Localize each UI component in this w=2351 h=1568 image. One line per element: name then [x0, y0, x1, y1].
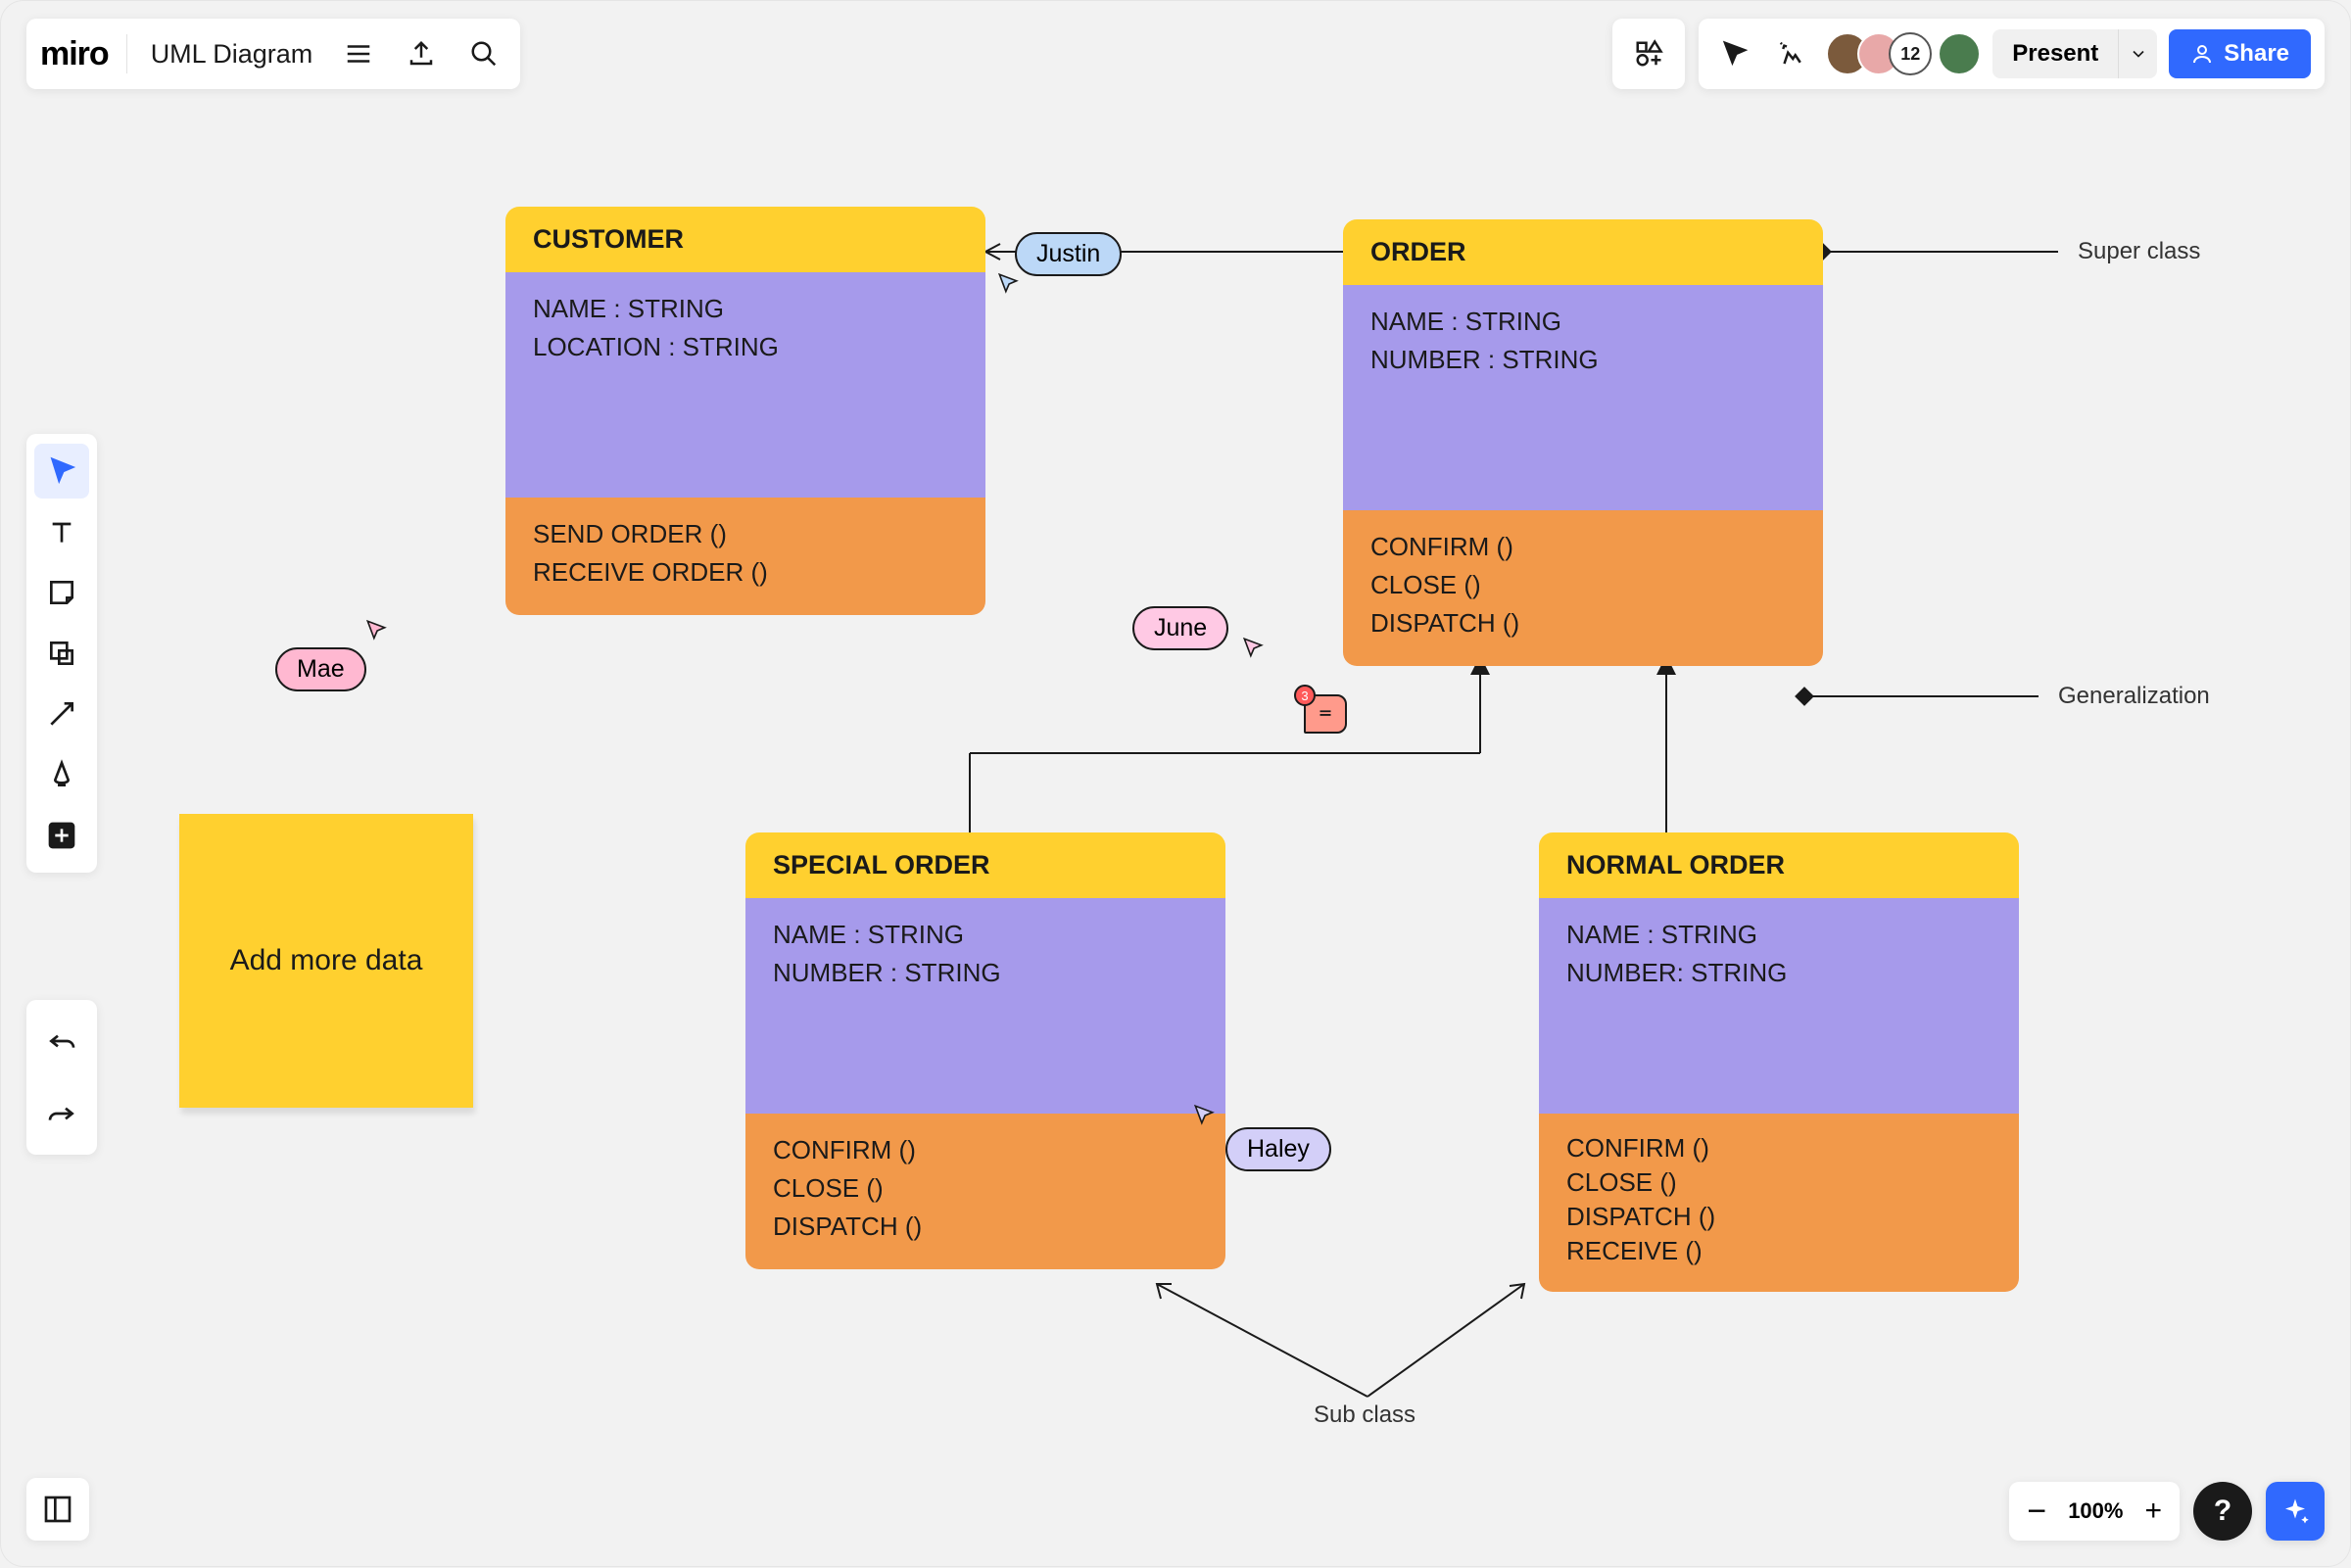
- cursor-icon: [1240, 636, 1266, 661]
- collaborator-cursor-mae: Mae: [275, 647, 366, 691]
- connector-customer-order[interactable]: [1, 1, 2351, 1568]
- comment-thread[interactable]: 3: [1304, 694, 1347, 734]
- uml-operations: CONFIRM () CLOSE () DISPATCH () RECEIVE …: [1539, 1114, 2019, 1292]
- uml-class-order[interactable]: ORDER NAME : STRING NUMBER : STRING CONF…: [1343, 219, 1823, 666]
- collaborator-cursor-justin: Justin: [1015, 232, 1122, 276]
- cursor-icon: [995, 271, 1021, 297]
- canvas[interactable]: CUSTOMER NAME : STRING LOCATION : STRING…: [1, 1, 2350, 1566]
- comment-count-badge: 3: [1294, 685, 1316, 706]
- uml-title: ORDER: [1343, 219, 1823, 285]
- diamond-marker: [1795, 687, 1814, 706]
- uml-title: CUSTOMER: [505, 207, 985, 272]
- uml-class-customer[interactable]: CUSTOMER NAME : STRING LOCATION : STRING…: [505, 207, 985, 615]
- sticky-text: Add more data: [230, 944, 423, 977]
- uml-attributes: NAME : STRING NUMBER : STRING: [745, 898, 1225, 1114]
- uml-attributes: NAME : STRING LOCATION : STRING: [505, 272, 985, 498]
- cursor-name: Justin: [1015, 232, 1122, 276]
- sticky-note[interactable]: Add more data: [179, 814, 473, 1108]
- label-generalization: Generalization: [2058, 683, 2210, 710]
- uml-operations: SEND ORDER () RECEIVE ORDER (): [505, 498, 985, 615]
- collaborator-cursor-june: June: [1132, 606, 1228, 650]
- uml-attributes: NAME : STRING NUMBER: STRING: [1539, 898, 2019, 1114]
- uml-class-special-order[interactable]: SPECIAL ORDER NAME : STRING NUMBER : STR…: [745, 832, 1225, 1269]
- cursor-icon: [363, 618, 389, 643]
- uml-title: NORMAL ORDER: [1539, 832, 2019, 898]
- label-sub-class: Sub class: [1314, 1402, 1415, 1429]
- cursor-name: Haley: [1225, 1127, 1331, 1171]
- cursor-name: June: [1132, 606, 1228, 650]
- uml-title: SPECIAL ORDER: [745, 832, 1225, 898]
- uml-class-normal-order[interactable]: NORMAL ORDER NAME : STRING NUMBER: STRIN…: [1539, 832, 2019, 1292]
- label-super-class: Super class: [2078, 238, 2200, 265]
- uml-operations: CONFIRM () CLOSE () DISPATCH (): [745, 1114, 1225, 1269]
- collaborator-cursor-haley: Haley: [1225, 1127, 1331, 1171]
- cursor-icon: [1191, 1103, 1217, 1128]
- uml-operations: CONFIRM () CLOSE () DISPATCH (): [1343, 510, 1823, 666]
- cursor-name: Mae: [275, 647, 366, 691]
- uml-attributes: NAME : STRING NUMBER : STRING: [1343, 285, 1823, 510]
